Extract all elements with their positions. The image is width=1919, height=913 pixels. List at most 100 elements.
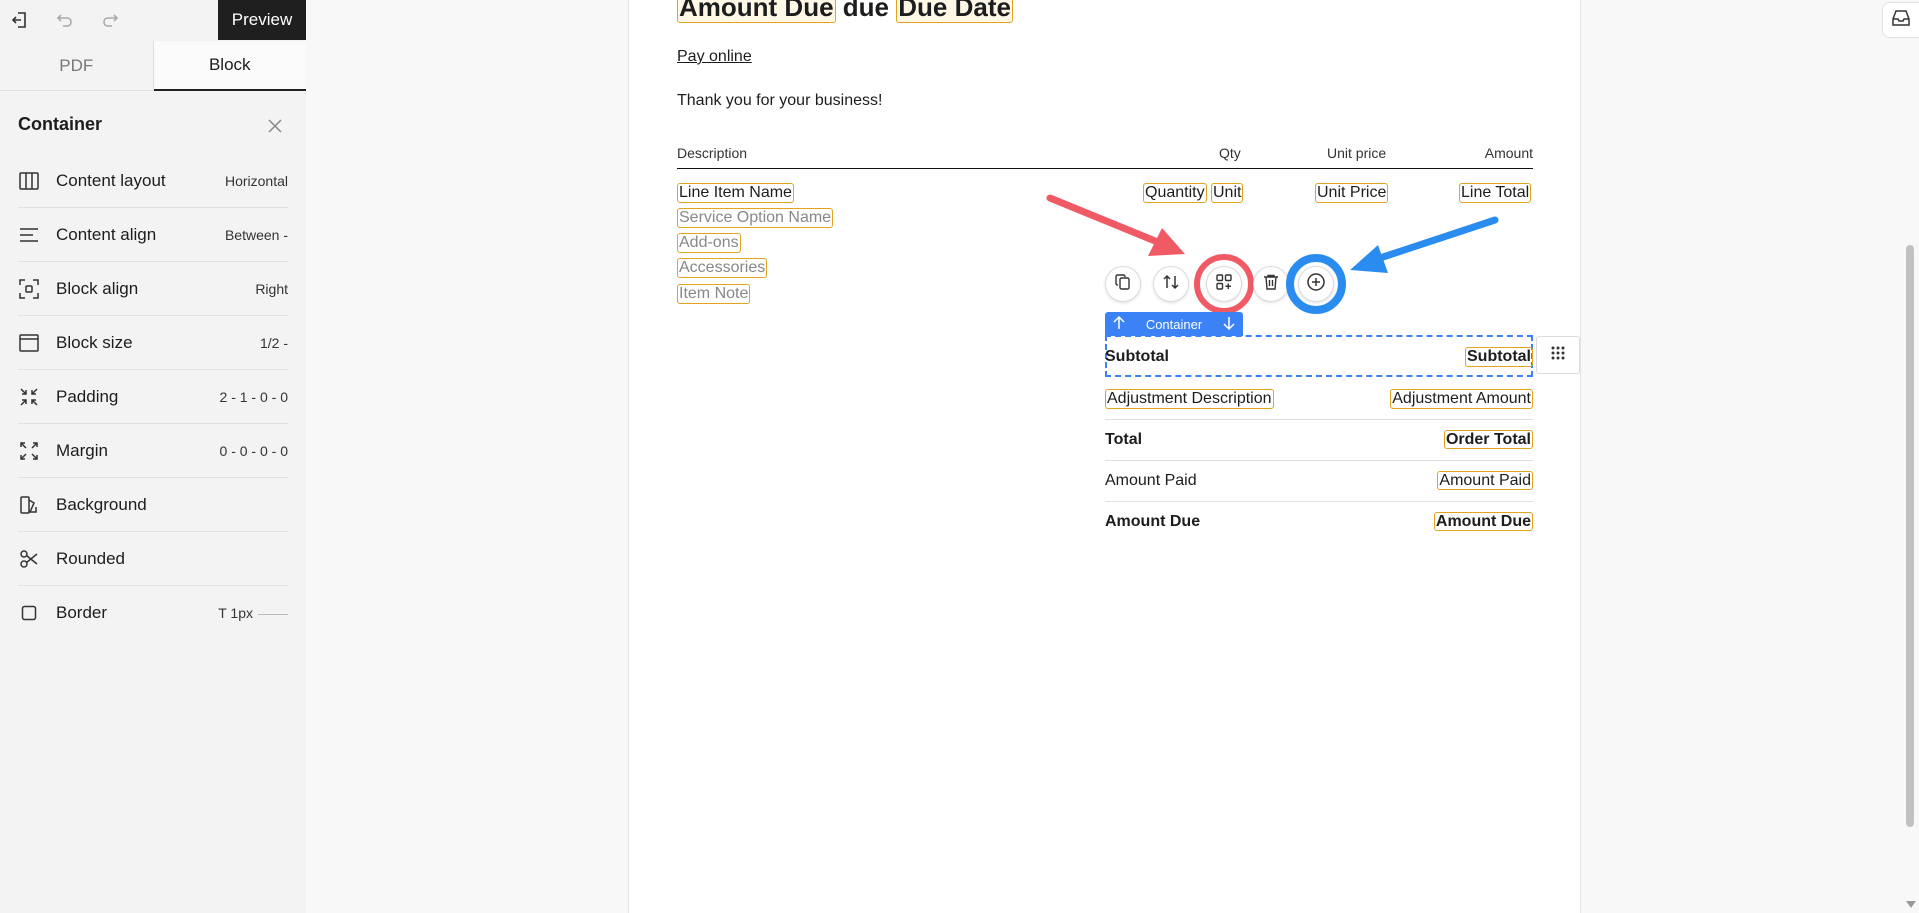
header-description: Description: [677, 145, 748, 161]
palette-icon: [18, 494, 40, 516]
property-list: Content layout Horizontal Content align …: [18, 154, 288, 640]
move-button[interactable]: [1153, 266, 1189, 302]
arrow-down-icon[interactable]: [1221, 315, 1237, 334]
pay-online-link[interactable]: Pay online: [677, 48, 752, 66]
square-icon: [18, 602, 40, 624]
subtotal-chip[interactable]: Subtotal: [1465, 347, 1533, 367]
property-rounded[interactable]: Rounded: [18, 532, 288, 586]
property-label: Block size: [56, 332, 133, 352]
subtotal-label: Subtotal: [1105, 348, 1169, 365]
due-date-chip[interactable]: Due Date: [896, 0, 1013, 23]
align-left-icon: [18, 224, 40, 246]
amount-due-row[interactable]: Amount Due Amount Due: [1105, 501, 1533, 541]
tab-pdf[interactable]: PDF: [0, 41, 154, 91]
preview-button[interactable]: Preview: [218, 0, 306, 40]
copy-icon: [1114, 273, 1132, 296]
swap-vertical-icon: [1162, 273, 1180, 296]
property-content-layout[interactable]: Content layout Horizontal: [18, 154, 288, 208]
adjustment-amount-chip[interactable]: Adjustment Amount: [1390, 389, 1533, 409]
property-value: Between -: [224, 226, 288, 243]
property-value: 1/2 -: [259, 334, 288, 351]
unit-chip[interactable]: Unit: [1211, 183, 1244, 203]
panel-title: Container: [18, 114, 103, 134]
property-label: Content layout: [56, 170, 166, 190]
panel-tabs: PDF Block: [0, 41, 306, 91]
amount-due-chip[interactable]: Amount Due: [677, 0, 836, 23]
window-icon: [18, 332, 40, 354]
line-item-name-chip[interactable]: Line Item Name: [677, 183, 794, 203]
close-icon[interactable]: [262, 113, 288, 139]
header-unit-price: Unit price: [1327, 145, 1387, 161]
property-value: T 1px: [218, 605, 288, 621]
line-total-chip[interactable]: Line Total: [1459, 183, 1532, 203]
property-label: Border: [56, 603, 108, 622]
shrink-icon: [18, 386, 40, 408]
container-label: Container: [1145, 316, 1203, 332]
thank-you-text: Thank you for your business!: [677, 92, 883, 109]
trash-icon: [1262, 273, 1280, 296]
property-label: Padding: [56, 386, 119, 406]
amount-paid-row[interactable]: Amount Paid Amount Paid: [1105, 460, 1533, 500]
amount-due-chip[interactable]: Amount Due: [1433, 511, 1533, 532]
amount-due-label: Amount Due: [1105, 512, 1201, 530]
amount-due-heading: Amount Due due Due Date: [677, 0, 1013, 23]
tab-block[interactable]: Block: [153, 41, 306, 91]
property-padding[interactable]: Padding 2 - 1 - 0 - 0: [18, 370, 288, 424]
property-label: Content align: [56, 224, 157, 244]
subtotal-row[interactable]: Subtotal Subtotal: [1105, 337, 1533, 377]
total-row[interactable]: Total Order Total: [1105, 419, 1533, 459]
drag-handle[interactable]: [1536, 336, 1580, 374]
undo-icon[interactable]: [53, 8, 77, 32]
unit-price-chip[interactable]: Unit Price: [1315, 183, 1389, 203]
property-content-align[interactable]: Content align Between -: [18, 208, 288, 262]
adjustment-description-chip[interactable]: Adjustment Description: [1105, 389, 1274, 409]
property-value: Right: [255, 280, 288, 297]
property-value: 2 - 1 - 0 - 0: [219, 388, 288, 405]
property-block-size[interactable]: Block size 1/2 -: [18, 316, 288, 370]
columns-icon: [18, 170, 40, 192]
adjustment-row[interactable]: Adjustment Description Adjustment Amount: [1105, 379, 1533, 419]
service-option-chip[interactable]: Service Option Name: [677, 208, 834, 228]
property-margin[interactable]: Margin 0 - 0 - 0 - 0: [18, 424, 288, 478]
item-note-chip[interactable]: Item Note: [677, 284, 751, 304]
header-qty: Qty: [1219, 145, 1241, 161]
grid-plus-icon: [1215, 273, 1233, 296]
heading-due-word: due: [842, 0, 890, 22]
add-block-button[interactable]: [1206, 266, 1242, 302]
property-border[interactable]: Border T 1px: [18, 586, 288, 640]
header-amount: Amount: [1484, 145, 1533, 161]
duplicate-button[interactable]: [1105, 266, 1141, 302]
amount-paid-chip[interactable]: Amount Paid: [1437, 470, 1533, 491]
plus-circle-icon: [1306, 272, 1326, 297]
property-label: Block align: [56, 278, 139, 298]
invoice-document: Amount Due due Due Date Pay online Thank…: [628, 0, 1581, 913]
add-button[interactable]: [1298, 266, 1334, 302]
property-background[interactable]: Background: [18, 478, 288, 532]
property-value: 0 - 0 - 0 - 0: [219, 442, 288, 459]
expand-icon: [18, 440, 40, 462]
border-value-text: T 1px: [218, 605, 253, 621]
container-label-bar: Container: [1105, 312, 1243, 336]
order-total-chip[interactable]: Order Total: [1443, 429, 1533, 450]
property-label: Rounded: [56, 548, 126, 568]
scissors-icon: [18, 548, 40, 570]
drag-dots-icon: [1550, 345, 1566, 366]
vertical-scrollbar[interactable]: [1906, 245, 1914, 827]
accessories-chip[interactable]: Accessories: [677, 258, 768, 278]
exit-icon[interactable]: [8, 8, 32, 32]
focus-frame-icon: [18, 278, 40, 300]
block-settings-panel: Preview PDF Block Container Content layo…: [0, 0, 306, 913]
addons-chip[interactable]: Add-ons: [677, 233, 741, 253]
quantity-chip[interactable]: Quantity: [1143, 183, 1207, 203]
top-toolbar: Preview: [0, 0, 306, 40]
redo-icon[interactable]: [98, 8, 122, 32]
property-value: Horizontal: [224, 172, 288, 189]
inbox-button[interactable]: [1882, 2, 1919, 38]
arrow-up-icon[interactable]: [1111, 315, 1127, 334]
delete-button[interactable]: [1253, 266, 1289, 302]
property-label: Margin: [56, 440, 108, 460]
total-label: Total: [1105, 430, 1143, 448]
scroll-down-arrow-icon[interactable]: [1906, 900, 1916, 910]
property-block-align[interactable]: Block align Right: [18, 262, 288, 316]
property-label: Background: [56, 494, 147, 514]
